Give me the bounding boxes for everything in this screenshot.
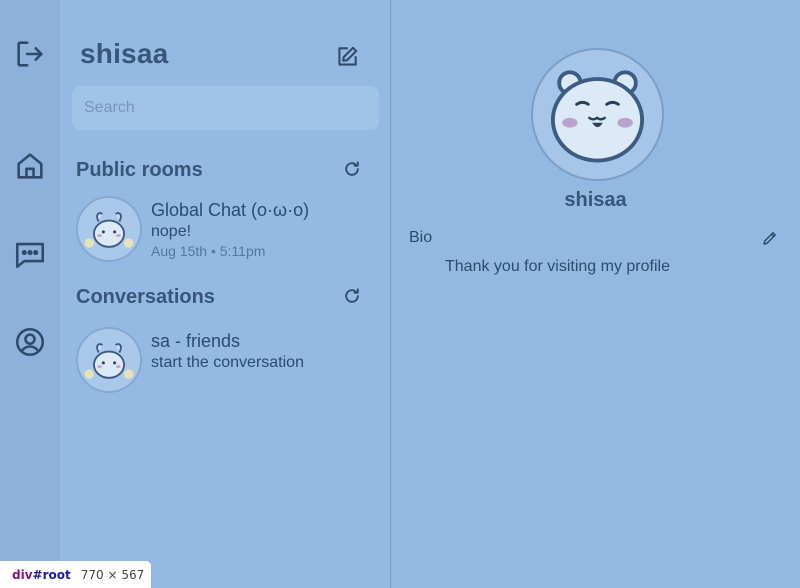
- room-avatar: [76, 196, 142, 262]
- conversation-name: sa - friends: [151, 331, 241, 351]
- sidebar: shisaa Public rooms: [60, 0, 391, 588]
- conversations-title: Conversations: [76, 286, 215, 308]
- refresh-public-rooms-icon[interactable]: [340, 157, 364, 181]
- devtools-element-tag: div#root 770 × 567: [0, 561, 151, 588]
- chat-icon[interactable]: [10, 234, 50, 274]
- panel-divider: [390, 0, 391, 588]
- room-last-message: nope!: [151, 223, 192, 240]
- devtools-element-size: 770 × 567: [80, 567, 145, 582]
- edit-bio-icon[interactable]: [759, 227, 781, 249]
- bio-label: Bio: [409, 229, 433, 246]
- room-timestamp: Aug 15th • 5:11pm: [151, 243, 266, 259]
- logout-icon[interactable]: [10, 34, 50, 74]
- devtools-element-id: #root: [32, 567, 71, 582]
- nav-rail: [0, 0, 60, 588]
- home-icon[interactable]: [10, 146, 50, 186]
- conversation-avatar: [76, 327, 142, 393]
- room-name: Global Chat (o·ω·o): [151, 200, 310, 220]
- devtools-element-name: div: [12, 567, 33, 582]
- current-username: shisaa: [80, 38, 169, 69]
- list-item-public-room[interactable]: Global Chat (o·ω·o) nope! Aug 15th • 5:1…: [74, 196, 379, 266]
- public-rooms-title: Public rooms: [76, 159, 203, 181]
- profile-name: shisaa: [564, 189, 627, 211]
- list-item-conversation[interactable]: sa - friends start the conversation: [74, 327, 379, 397]
- conversation-last-message: start the conversation: [151, 354, 304, 371]
- profile-icon[interactable]: [10, 322, 50, 362]
- compose-icon[interactable]: [332, 42, 362, 72]
- search-input[interactable]: [72, 86, 379, 130]
- profile-avatar: [531, 48, 664, 181]
- bio-text: Thank you for visiting my profile: [445, 258, 670, 275]
- refresh-conversations-icon[interactable]: [340, 284, 364, 308]
